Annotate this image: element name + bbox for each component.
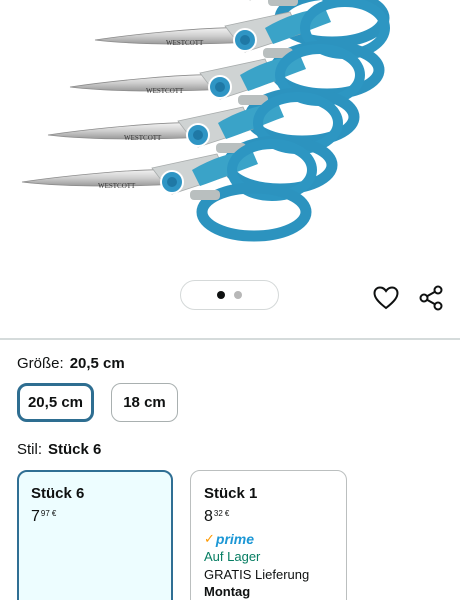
style-option-stueck-6[interactable]: Stück 6 7 97 € <box>17 470 173 600</box>
style-option-title: Stück 1 <box>204 485 258 502</box>
price-whole: 8 <box>204 508 213 525</box>
price: 7 97 € <box>31 509 159 525</box>
style-label-text: Stil: <box>17 441 43 458</box>
svg-text:WESTCOTT: WESTCOTT <box>166 39 204 47</box>
share-icon[interactable] <box>417 284 445 312</box>
price-fraction: 97 <box>40 509 50 518</box>
image-carousel-indicator[interactable] <box>180 280 279 310</box>
prime-badge: ✓ prime <box>204 531 333 547</box>
delivery-info: GRATIS Lieferung <box>204 567 310 582</box>
style-option-title: Stück 6 <box>31 485 85 502</box>
price-currency: € <box>51 509 57 518</box>
size-option-18-cm[interactable]: 18 cm <box>111 383 178 422</box>
style-variation-label: Stil: Stück 6 <box>17 441 101 458</box>
stock-status: Auf Lager <box>204 549 261 564</box>
price: 8 32 € <box>204 509 333 525</box>
svg-text:WESTCOTT: WESTCOTT <box>146 87 184 95</box>
section-divider <box>0 338 460 340</box>
size-selected-value: 20,5 cm <box>69 355 125 372</box>
size-label-text: Größe: <box>17 355 64 372</box>
price-currency: € <box>224 509 230 518</box>
price-whole: 7 <box>31 508 40 525</box>
size-option-20-5-cm[interactable]: 20,5 cm <box>17 383 94 422</box>
svg-text:WESTCOTT: WESTCOTT <box>124 134 162 142</box>
prime-text: prime <box>215 531 255 547</box>
carousel-dot-active[interactable] <box>217 291 225 299</box>
style-option-stueck-1[interactable]: Stück 1 8 32 € ✓ prime Auf Lager GRATIS Lie… <box>190 470 347 600</box>
style-selected-value: Stück 6 <box>48 441 102 458</box>
svg-text:WESTCOTT: WESTCOTT <box>98 182 136 190</box>
product-image[interactable]: WESTCOTT WESTCOTT WESTCOTT WESTCOTT <box>0 0 460 275</box>
heart-icon[interactable] <box>372 284 400 312</box>
size-variation-label: Größe: 20,5 cm <box>17 355 125 372</box>
prime-check-icon: ✓ <box>204 531 215 546</box>
carousel-dot[interactable] <box>234 291 242 299</box>
delivery-day: Montag <box>204 584 251 599</box>
price-fraction: 32 <box>213 509 223 518</box>
